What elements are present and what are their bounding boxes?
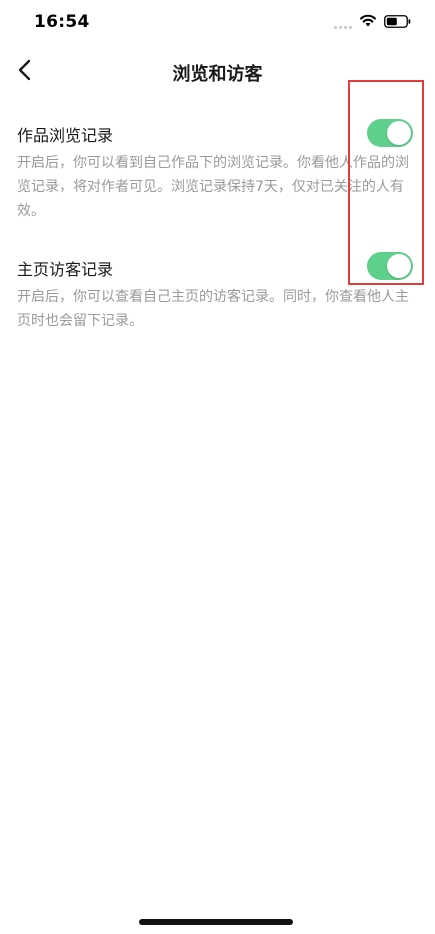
status-time: 16:54 bbox=[34, 12, 90, 32]
screen: 16:54 浏览和访客 作品浏览记录 开启后，你可以看到自己作品下的浏览记录。你… bbox=[0, 0, 435, 934]
home-indicator[interactable] bbox=[139, 919, 293, 925]
wifi-icon bbox=[360, 14, 376, 27]
status-bar: 16:54 bbox=[0, 0, 435, 48]
cellular-signal-icon bbox=[334, 26, 352, 29]
setting-title: 作品浏览记录 bbox=[17, 126, 114, 145]
annotation-highlight-box bbox=[348, 80, 424, 285]
setting-description: 开启后，你可以查看自己主页的访客记录。同时，你查看他人主页时也会留下记录。 bbox=[17, 289, 409, 329]
battery-icon bbox=[384, 15, 411, 28]
setting-title: 主页访客记录 bbox=[17, 260, 114, 279]
